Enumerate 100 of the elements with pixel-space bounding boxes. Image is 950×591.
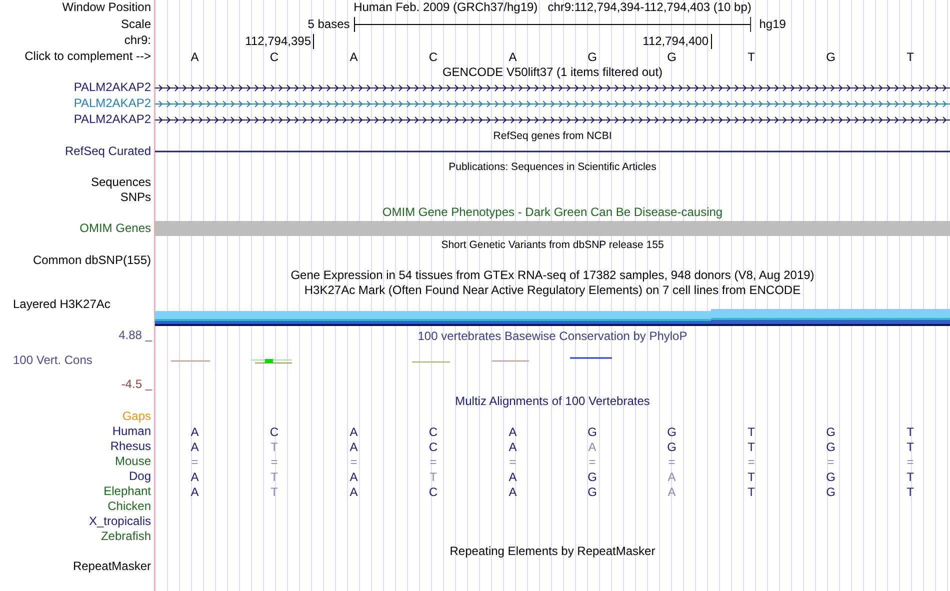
aligned-base: T [748, 470, 755, 482]
base-letter[interactable]: C [270, 51, 279, 63]
track-label[interactable]: Layered H3K27Ac [13, 298, 110, 312]
aligned-base: = [906, 456, 914, 468]
row-label: Window Position [62, 1, 151, 15]
row-label: chr9: [124, 34, 151, 48]
species-label[interactable]: Rhesus [110, 440, 151, 454]
row-label: Scale [120, 18, 151, 32]
aligned-base: T [906, 440, 914, 452]
aligned-base: = [827, 456, 834, 468]
species-label[interactable]: X_tropicalis [88, 514, 151, 528]
position-tick: 112,794,400 [642, 34, 712, 48]
track-title: GENCODE V50lift37 (1 items filtered out) [442, 66, 663, 80]
aligned-base: G [826, 426, 836, 438]
gene-label[interactable]: PALM2AKAP2 [74, 113, 151, 127]
species-label[interactable]: Human [112, 424, 151, 438]
aligned-base: A [508, 470, 517, 482]
aligned-base: G [826, 440, 836, 452]
position-tick: 112,794,395 [245, 34, 314, 48]
gene-label[interactable]: PALM2AKAP2 [74, 81, 151, 95]
aligned-base: G [667, 426, 676, 438]
gene-label[interactable]: PALM2AKAP2 [74, 97, 151, 111]
aligned-base: = [191, 456, 198, 468]
aligned-base: T [270, 486, 278, 498]
aligned-base: G [667, 440, 676, 452]
aligned-base: C [428, 486, 438, 498]
track-label[interactable]: RefSeq Curated [64, 144, 151, 158]
assembly-title: Human Feb. 2009 (GRCh37/hg19) [354, 1, 538, 15]
aligned-base: A [190, 486, 199, 498]
aligned-base: C [428, 426, 438, 438]
aligned-base: G [588, 470, 597, 482]
base-letter[interactable]: G [588, 51, 597, 63]
track-title: 100 vertebrates Basewise Conservation by PhyloP [418, 330, 688, 344]
aligned-base: = [668, 456, 676, 468]
aligned-base: A [350, 486, 358, 498]
axis-min-label: -4.5 _ [121, 378, 152, 392]
aligned-base: T [270, 440, 278, 452]
aligned-base: A [508, 426, 517, 438]
aligned-base: T [430, 470, 437, 482]
base-letter[interactable]: A [508, 51, 517, 63]
scale-text: 5 bases [308, 18, 351, 32]
aligned-base: A [190, 426, 199, 438]
aligned-base: A [508, 440, 517, 452]
aligned-base: T [748, 486, 755, 498]
aligned-base: C [270, 426, 279, 438]
aligned-base: A [350, 470, 358, 482]
species-label[interactable]: Dog [128, 470, 151, 484]
aligned-base: A [190, 470, 199, 482]
track-title: RefSeq genes from NCBI [493, 130, 612, 142]
base-letter[interactable]: G [667, 51, 676, 63]
aligned-base: = [270, 456, 278, 468]
aligned-base: T [906, 486, 914, 498]
track-title: H3K27Ac Mark (Often Found Near Active Regulatory Elements) on 7 cell lines from ENCODE [304, 284, 801, 298]
base-letter[interactable]: A [350, 51, 358, 63]
species-label[interactable]: Zebrafish [100, 530, 151, 544]
species-label[interactable]: Mouse [114, 454, 151, 468]
aligned-base: = [430, 456, 437, 468]
axis-max-label: 4.88 _ [118, 329, 152, 343]
track-title: Publications: Sequences in Scientific Articles [448, 160, 656, 174]
track-title: Multiz Alignments of 100 Vertebrates [455, 394, 650, 408]
aligned-base: A [588, 440, 596, 452]
aligned-base: A [668, 486, 676, 498]
aligned-base: G [826, 470, 836, 482]
track-label[interactable]: 100 Vert. Cons [13, 354, 152, 368]
track-title: OMIM Gene Phenotypes - Dark Green Can Be Disease-causing [382, 206, 723, 220]
aligned-base: C [428, 440, 438, 452]
aligned-base: A [668, 470, 676, 482]
base-letter[interactable]: T [748, 51, 755, 63]
aligned-base: A [350, 440, 358, 452]
aligned-base: A [508, 486, 517, 498]
aligned-base: T [270, 470, 278, 482]
track-label[interactable]: RepeatMasker [72, 560, 151, 574]
aligned-base: G [588, 426, 597, 438]
base-letter[interactable]: C [428, 51, 438, 63]
aligned-base: = [748, 456, 755, 468]
assembly-label: hg19 [758, 18, 786, 32]
aligned-base: G [826, 486, 836, 498]
track-title: Short Genetic Variants from dbSNP release 155 [441, 238, 664, 252]
base-letter[interactable]: A [190, 51, 199, 63]
position-text: chr9:112,794,394-112,794,403 (10 bp) [548, 1, 752, 15]
aligned-base: A [350, 426, 358, 438]
track-label[interactable]: SNPs [120, 190, 151, 204]
species-label[interactable]: Chicken [108, 500, 151, 514]
track-label[interactable]: Common dbSNP(155) [32, 254, 151, 268]
aligned-base: G [588, 486, 597, 498]
aligned-base: T [748, 440, 755, 452]
aligned-base: = [588, 456, 596, 468]
base-letter[interactable]: T [906, 51, 914, 63]
aligned-base: = [509, 456, 516, 468]
aligned-base: T [906, 470, 914, 482]
track-title: Gene Expression in 54 tissues from GTEx RNA-seq of 17382 samples, 948 donors (V8, Aug 2019) [290, 268, 814, 282]
species-label[interactable]: Elephant [104, 484, 151, 498]
base-letter[interactable]: G [826, 51, 836, 63]
track-label[interactable]: OMIM Genes [80, 222, 151, 236]
aligned-base: T [906, 426, 914, 438]
track-title: Repeating Elements by RepeatMasker [450, 544, 656, 558]
aligned-base: T [748, 426, 755, 438]
aligned-base: A [190, 440, 199, 452]
complement-label[interactable]: Click to complement --> [24, 50, 151, 64]
track-label[interactable]: Sequences [90, 176, 151, 190]
